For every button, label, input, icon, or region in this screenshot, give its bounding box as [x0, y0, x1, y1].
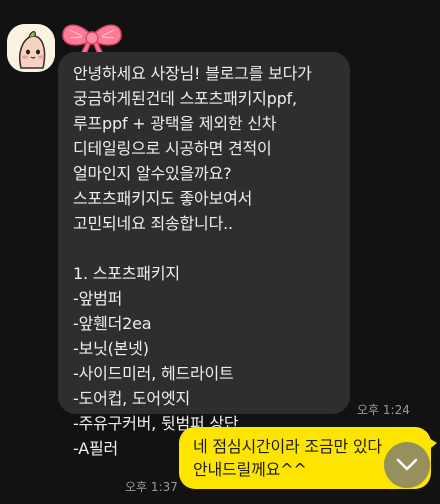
incoming-timestamp: 오후 1:24 [357, 403, 410, 417]
message-line: 스포츠패키지도 좋아보여서 [73, 189, 253, 208]
message-line: 고민되네요 죄송합니다.. [73, 214, 233, 233]
chat-room: 안녕하세요 사장님! 블로그를 보다가 궁금하게된건데 스포츠패키지ppf, 루… [0, 0, 440, 504]
message-line: -사이드미러, 헤드라이트 [73, 364, 234, 383]
message-line: 안녕하세요 사장님! 블로그를 보다가 [73, 64, 312, 83]
avatar-character-icon [7, 24, 55, 72]
profile-avatar[interactable] [7, 24, 55, 72]
message-line: 디테일링으로 시공하면 견적이 [73, 139, 272, 158]
outgoing-timestamp: 오후 1:37 [125, 480, 178, 494]
message-line: -앞휀더2ea [73, 314, 152, 333]
scroll-to-bottom-button[interactable] [384, 442, 430, 488]
incoming-message-bubble[interactable]: 안녕하세요 사장님! 블로그를 보다가 궁금하게된건데 스포츠패키지ppf, 루… [58, 52, 350, 458]
message-line: 네 점심시간이라 조금만 있다 [193, 437, 382, 456]
message-line: 1. 스포츠패키지 [73, 264, 180, 283]
message-line: 궁금하게된건데 스포츠패키지ppf, [73, 89, 297, 108]
message-line: 얼마인지 알수있을까요? [73, 164, 232, 183]
message-line: 루프ppf + 광택을 제외한 신차 [73, 114, 277, 133]
message-line: -앞범퍼 [73, 289, 123, 308]
message-line: -보닛(본넷) [73, 339, 149, 358]
message-line: -도어컵, 도어엣지 [73, 389, 190, 408]
chevron-down-icon [396, 458, 418, 471]
